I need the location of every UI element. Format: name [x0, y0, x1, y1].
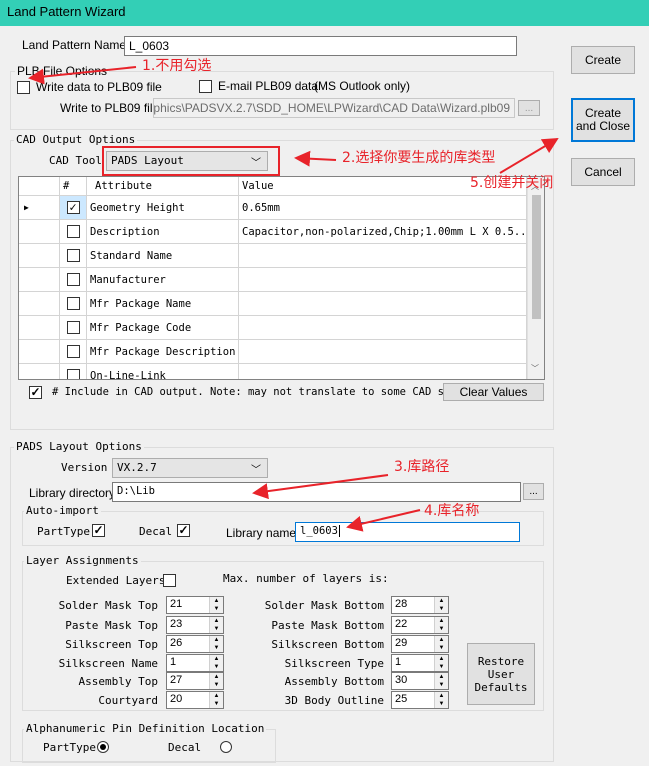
layer-number-input[interactable]: 29 ▲ ▼: [391, 635, 449, 653]
layer-number-value: 25: [395, 693, 408, 705]
layer-number-input[interactable]: 23 ▲ ▼: [166, 616, 224, 634]
arrow-1: [28, 66, 137, 85]
layer-number-value: 23: [170, 618, 183, 630]
annotation-2: 2.选择你要生成的库类型: [342, 150, 496, 166]
layer-number-value: 21: [170, 598, 183, 610]
annotation-5: 5.创建并关闭: [470, 175, 554, 191]
layer-number-input[interactable]: 21 ▲ ▼: [166, 596, 224, 614]
layer-label: Silkscreen Top: [65, 638, 158, 651]
spin-arrows-icon[interactable]: ▲ ▼: [209, 655, 223, 671]
spin-arrows-icon[interactable]: ▲ ▼: [209, 692, 223, 708]
layer-label: Silkscreen Name: [58, 657, 158, 670]
spin-arrows-icon[interactable]: ▲ ▼: [434, 597, 448, 613]
layer-number-input[interactable]: 30 ▲ ▼: [391, 672, 449, 690]
layer-label: Assembly Top: [78, 675, 158, 688]
layer-number-input[interactable]: 25 ▲ ▼: [391, 691, 449, 709]
spin-arrows-icon[interactable]: ▲ ▼: [209, 597, 223, 613]
spin-arrows-icon[interactable]: ▲ ▼: [209, 673, 223, 689]
layer-label: Courtyard: [98, 694, 158, 707]
annotation-4: 4.库名称: [424, 503, 480, 519]
arrow-3: [252, 474, 389, 500]
layer-label: Solder Mask Bottom: [264, 599, 384, 612]
arrow-4: [346, 509, 421, 532]
layer-number-value: 20: [170, 693, 183, 705]
layer-label: Silkscreen Type: [284, 657, 384, 670]
arrow-5: [499, 137, 559, 174]
spin-arrows-icon[interactable]: ▲ ▼: [434, 617, 448, 633]
layer-number-input[interactable]: 27 ▲ ▼: [166, 672, 224, 690]
layer-label: Solder Mask Top: [58, 599, 158, 612]
annotation-1: 1.不用勾选: [142, 58, 212, 74]
layer-label: Silkscreen Bottom: [271, 638, 384, 651]
layer-label: Paste Mask Top: [65, 619, 158, 632]
layer-number-input[interactable]: 1 ▲ ▼: [391, 654, 449, 672]
annotation-3: 3.库路径: [394, 459, 450, 475]
spin-arrows-icon[interactable]: ▲ ▼: [209, 636, 223, 652]
spin-arrows-icon[interactable]: ▲ ▼: [434, 655, 448, 671]
layer-number-value: 28: [395, 598, 408, 610]
layer-number-value: 29: [395, 637, 408, 649]
layer-number-input[interactable]: 22 ▲ ▼: [391, 616, 449, 634]
spin-arrows-icon[interactable]: ▲ ▼: [434, 692, 448, 708]
layer-label: Paste Mask Bottom: [271, 619, 384, 632]
layer-number-input[interactable]: 1 ▲ ▼: [166, 654, 224, 672]
spin-arrows-icon[interactable]: ▲ ▼: [434, 636, 448, 652]
layer-label: 3D Body Outline: [284, 694, 384, 707]
layer-number-input[interactable]: 28 ▲ ▼: [391, 596, 449, 614]
layer-number-value: 27: [170, 674, 183, 686]
spin-arrows-icon[interactable]: ▲ ▼: [434, 673, 448, 689]
arrow-2: [294, 150, 337, 167]
annotation-arrows: [28, 66, 559, 532]
spin-arrows-icon[interactable]: ▲ ▼: [209, 617, 223, 633]
layer-number-value: 1: [170, 656, 177, 668]
layer-label: Assembly Bottom: [284, 675, 384, 688]
layer-number-value: 30: [395, 674, 408, 686]
layer-number-value: 22: [395, 618, 408, 630]
layer-number-input[interactable]: 20 ▲ ▼: [166, 691, 224, 709]
layer-number-value: 1: [395, 656, 402, 668]
layer-number-value: 26: [170, 637, 183, 649]
layer-number-input[interactable]: 26 ▲ ▼: [166, 635, 224, 653]
